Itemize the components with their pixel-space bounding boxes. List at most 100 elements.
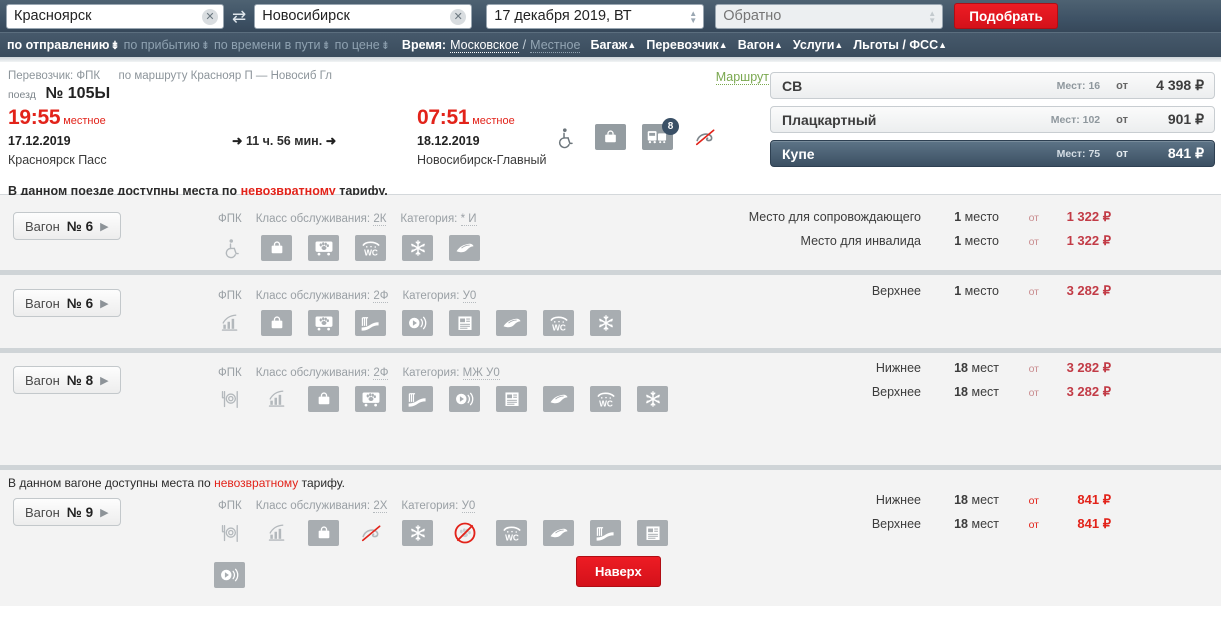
- luggage-icon: [261, 235, 292, 261]
- wagon-select-button[interactable]: Вагон № 6 ▶: [13, 289, 121, 317]
- wagon-service-icons: WC: [214, 386, 694, 412]
- sort-by-arrival[interactable]: по прибытию⇟: [124, 38, 210, 52]
- price-row[interactable]: Верхнее 18 мест от 841 ₽: [731, 516, 1111, 540]
- category-key: Категория:: [402, 290, 460, 302]
- price-row[interactable]: Верхнее 18 мест от 3 282 ₽: [731, 384, 1111, 408]
- class-from-label: от: [1116, 79, 1128, 92]
- wagon-row: Вагон № 8 ▶ ФПК Класс обслуживания: 2Ф Кат…: [0, 353, 1221, 470]
- press-icon: [637, 520, 668, 546]
- shower-wc-icon: WC: [543, 310, 574, 336]
- filter-benefits[interactable]: Льготы / ФСС▲: [853, 38, 947, 52]
- wagon-row: В данном вагоне доступны места по невозв…: [0, 470, 1221, 606]
- class-seats: Мест: 16: [1056, 79, 1101, 92]
- departure-date-input[interactable]: [486, 3, 705, 29]
- class-row-sv[interactable]: СВ Мест: 16 от 4 398 ₽: [770, 72, 1215, 99]
- non-refundable-icon: [355, 520, 386, 546]
- chevron-up-icon: ▲: [773, 40, 783, 50]
- clear-icon[interactable]: ✕: [202, 8, 218, 25]
- category-value[interactable]: * И: [460, 213, 477, 226]
- return-date-input[interactable]: [715, 3, 944, 29]
- filter-carrier[interactable]: Перевозчик▲: [646, 38, 727, 52]
- air-conditioning-icon: [590, 310, 621, 336]
- place-price: 3 282 ₽: [1066, 384, 1111, 399]
- service-class-value[interactable]: 2Ф: [373, 290, 389, 303]
- wagon-count-badge: 8: [662, 118, 679, 135]
- price-row[interactable]: Верхнее 1 место от 3 282 ₽: [731, 283, 1111, 307]
- svg-text:WC: WC: [364, 247, 378, 257]
- wagon-button-label: Вагон: [25, 504, 60, 520]
- wagon-number: № 6: [66, 295, 94, 311]
- wagon-select-button[interactable]: Вагон № 9 ▶: [13, 498, 121, 526]
- from-station-input[interactable]: [6, 3, 224, 29]
- sort-by-departure[interactable]: по отправлению⇟: [7, 38, 120, 52]
- place-count: 1 место: [954, 210, 999, 224]
- price-row[interactable]: Нижнее 18 мест от 841 ₽: [731, 492, 1111, 516]
- train-card: Перевозчик: ФПК по маршруту Краснояр П —…: [0, 62, 1221, 198]
- category-value[interactable]: У0: [462, 290, 477, 303]
- place-type: Место для инвалида: [800, 234, 921, 248]
- sort-by-price[interactable]: по цене⇟: [335, 38, 390, 52]
- sort-by-duration[interactable]: по времени в пути⇟: [214, 38, 331, 52]
- place-price: 841 ₽: [1077, 516, 1111, 531]
- clear-icon[interactable]: ✕: [450, 8, 467, 25]
- arrow-right-icon: ➜: [232, 134, 243, 148]
- arrow-right-icon: ➜: [325, 134, 337, 148]
- luggage-icon: [261, 310, 292, 336]
- place-count: 1 место: [954, 234, 999, 248]
- wagon-select-button[interactable]: Вагон № 6 ▶: [13, 212, 121, 240]
- class-panel: СВ Мест: 16 от 4 398 ₽ Плацкартный Мест:…: [770, 72, 1215, 174]
- time-local-toggle[interactable]: Местное: [530, 38, 581, 53]
- from-label: от: [1028, 286, 1039, 298]
- service-class-value[interactable]: 2Ф: [373, 367, 389, 380]
- chevron-right-icon: ▶: [100, 297, 109, 310]
- place-type: Нижнее: [875, 493, 921, 507]
- sort-arrow-icon: ⇟: [110, 40, 120, 52]
- chevron-up-icon: ▲: [834, 40, 844, 50]
- air-conditioning-icon: [402, 520, 433, 546]
- from-label: от: [1028, 212, 1039, 224]
- category-value[interactable]: МЖ У0: [462, 367, 500, 380]
- price-row[interactable]: Место для сопровождающего 1 место от 1 3…: [731, 209, 1111, 233]
- shower-wc-icon: WC: [355, 235, 386, 261]
- date-stepper[interactable]: ▲ ▼: [687, 8, 699, 26]
- time-separator: /: [522, 38, 527, 52]
- price-row[interactable]: Место для инвалида 1 место от 1 322 ₽: [731, 233, 1111, 257]
- to-station-input[interactable]: [254, 3, 473, 29]
- service-class-value[interactable]: 2К: [373, 213, 387, 226]
- service-class-value[interactable]: 2Х: [373, 500, 388, 513]
- return-date-stepper[interactable]: ▲ ▼: [926, 8, 938, 26]
- linens-icon: [355, 310, 386, 336]
- wagon-count-icon: 8: [642, 118, 679, 150]
- filter-services[interactable]: Услуги▲: [793, 38, 843, 52]
- chevron-up-icon: ▲: [938, 40, 948, 50]
- search-submit-button[interactable]: Подобрать: [954, 3, 1058, 29]
- wagon-meta: ФПК Класс обслуживания: 2Ф Категория: МЖ У…: [218, 367, 500, 380]
- restaurant-icon: [214, 520, 245, 546]
- return-date-wrap: ▲▼: [715, 3, 944, 29]
- from-label: от: [1028, 387, 1039, 399]
- swap-arrows-icon[interactable]: ⇄: [231, 8, 247, 25]
- class-row-kupe[interactable]: Купе Мест: 75 от 841 ₽: [770, 140, 1215, 167]
- time-moscow-toggle[interactable]: Московское: [450, 38, 519, 53]
- wagon-row: Вагон № 6 ▶ ФПК Класс обслуживания: 2Ф Кат…: [0, 275, 1221, 353]
- price-row[interactable]: Нижнее 18 мест от 3 282 ₽: [731, 360, 1111, 384]
- filter-baggage[interactable]: Багаж▲: [590, 38, 636, 52]
- pet-transport-icon: [355, 386, 386, 412]
- wagon-select-button[interactable]: Вагон № 8 ▶: [13, 366, 121, 394]
- category-value[interactable]: У0: [461, 500, 476, 513]
- wagon-service-icons: WC: [214, 235, 734, 261]
- class-name: СВ: [782, 77, 803, 94]
- wifi-icon: [261, 520, 292, 546]
- place-type: Нижнее: [875, 361, 921, 375]
- shower-wc-icon: WC: [496, 520, 527, 546]
- place-count: 18 мест: [954, 493, 999, 507]
- route-link[interactable]: Маршрут: [715, 70, 769, 85]
- place-type: Верхнее: [871, 284, 921, 298]
- multimedia-icon: [214, 562, 245, 588]
- luggage-icon: [308, 520, 339, 546]
- class-row-platzkart[interactable]: Плацкартный Мест: 102 от 901 ₽: [770, 106, 1215, 133]
- service-class-key: Класс обслуживания:: [255, 500, 371, 512]
- filter-wagon[interactable]: Вагон▲: [738, 38, 783, 52]
- scroll-to-top-button[interactable]: Наверх: [576, 556, 661, 587]
- arrival-block: 07:51 местное 18.12.2019 Новосибирск-Глав…: [417, 106, 546, 167]
